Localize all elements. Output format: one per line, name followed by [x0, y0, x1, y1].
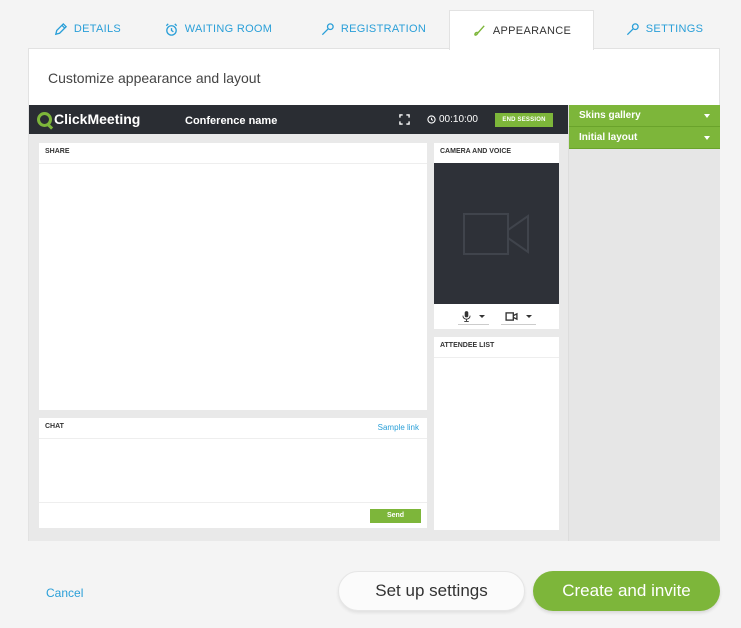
fullscreen-icon[interactable]	[399, 114, 410, 125]
tab-bar: DETAILS WAITING ROOM REGISTRATION APPEAR…	[28, 10, 720, 50]
camera-box: CAMERA AND VOICE	[434, 143, 559, 329]
end-session-button[interactable]: END SESSION	[495, 113, 553, 127]
tab-label: SETTINGS	[645, 23, 704, 35]
pencil-icon	[54, 22, 67, 35]
panel-title: Customize appearance and layout	[48, 70, 261, 86]
send-button[interactable]: Send	[370, 509, 421, 523]
tab-label: APPEARANCE	[492, 24, 572, 37]
customization-sidebar: Skins gallery Initial layout	[568, 105, 720, 541]
chevron-down-icon	[525, 315, 532, 318]
conference-name: Conference name	[185, 115, 278, 127]
timer-value: 00:10:00	[439, 114, 478, 125]
tab-label: WAITING ROOM	[184, 23, 273, 35]
share-heading: SHARE	[39, 143, 427, 164]
tab-waiting-room[interactable]: WAITING ROOM	[158, 10, 278, 48]
tab-settings[interactable]: SETTINGS	[608, 10, 720, 48]
clickmeeting-logo: ClickMeeting	[37, 111, 140, 127]
clock-icon	[427, 115, 436, 124]
create-and-invite-button[interactable]: Create and invite	[533, 571, 720, 611]
camera-icon	[504, 312, 518, 321]
chat-box: CHAT Sample link Send	[39, 418, 427, 528]
logo-text: ClickMeeting	[54, 111, 141, 127]
camera-controls	[434, 308, 559, 326]
chat-message-area[interactable]	[39, 439, 427, 503]
tab-details[interactable]: DETAILS	[28, 10, 146, 48]
tab-label: REGISTRATION	[340, 23, 427, 35]
share-box: SHARE	[39, 143, 427, 410]
attendee-list-box: ATTENDEE LIST	[434, 337, 559, 530]
logo-mark-icon	[37, 111, 52, 127]
cancel-link[interactable]: Cancel	[46, 586, 83, 600]
wrench-icon	[626, 22, 639, 35]
chat-heading: CHAT	[39, 418, 427, 439]
tab-appearance[interactable]: APPEARANCE	[449, 10, 594, 50]
preview-top-bar: ClickMeeting Conference name 00:10:00 EN…	[29, 105, 568, 134]
microphone-dropdown[interactable]	[457, 309, 489, 325]
tab-label: DETAILS	[73, 23, 122, 35]
appearance-panel: Customize appearance and layout ClickMee…	[28, 48, 720, 541]
attendee-heading: ATTENDEE LIST	[434, 337, 559, 358]
chevron-down-icon	[478, 315, 485, 318]
set-up-settings-button[interactable]: Set up settings	[338, 571, 525, 611]
alarm-clock-icon	[165, 22, 177, 36]
skins-gallery-accordion[interactable]: Skins gallery	[569, 105, 720, 127]
camera-view	[434, 163, 559, 304]
room-preview: ClickMeeting Conference name 00:10:00 EN…	[29, 105, 568, 541]
session-timer: 00:10:00	[427, 114, 478, 125]
tab-registration[interactable]: REGISTRATION	[313, 10, 433, 48]
sample-link[interactable]: Sample link	[378, 423, 419, 432]
microphone-icon	[461, 311, 471, 322]
video-camera-icon	[462, 212, 529, 255]
brush-icon	[474, 25, 485, 36]
wrench-icon	[321, 22, 334, 35]
camera-heading: CAMERA AND VOICE	[434, 143, 559, 164]
camera-dropdown[interactable]	[500, 309, 536, 325]
initial-layout-accordion[interactable]: Initial layout	[569, 127, 720, 149]
